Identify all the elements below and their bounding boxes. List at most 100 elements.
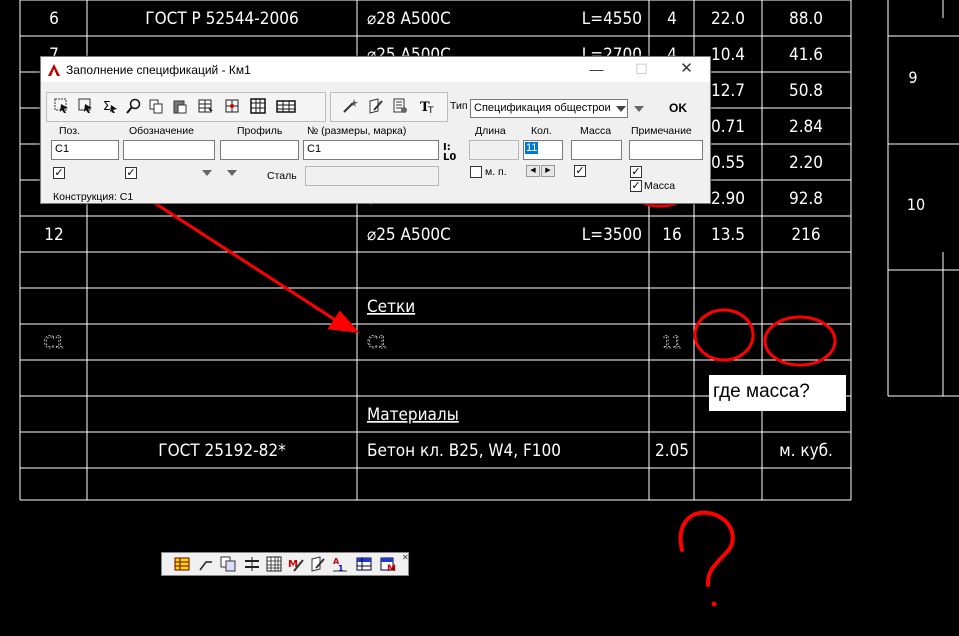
select-sum-icon[interactable]: Σ	[101, 97, 119, 115]
grid-settings-icon[interactable]	[223, 97, 241, 115]
designation-dropdown-icon[interactable]	[202, 170, 212, 176]
spec-type-select[interactable]: Спецификация общестрои	[470, 99, 628, 118]
note-checkbox[interactable]: ✓	[630, 166, 642, 178]
qty-value: 11	[525, 142, 539, 154]
copy-icon[interactable]	[147, 97, 165, 115]
svg-text:Σ: Σ	[103, 99, 111, 113]
steel-field[interactable]	[305, 166, 439, 186]
length-label: Длина	[475, 125, 506, 137]
sort-icon[interactable]: A1	[332, 556, 348, 572]
row6-name: ⌀28 А500С	[367, 9, 451, 29]
profile-label: Профиль	[237, 125, 283, 137]
profile-dropdown-icon[interactable]	[227, 170, 237, 176]
close-button[interactable]: ✕	[664, 57, 709, 82]
qty-label: Кол.	[531, 125, 552, 137]
edit-doc-icon[interactable]	[310, 556, 326, 572]
row12-len: L=3500	[582, 225, 642, 245]
copy-table-icon[interactable]	[220, 556, 236, 572]
mark-edit-icon[interactable]: M	[288, 556, 304, 572]
table-wide-icon[interactable]	[275, 97, 297, 115]
row12-total: 216	[791, 225, 820, 245]
toolbar-close-icon[interactable]: ✕	[402, 553, 409, 562]
table-blue-icon[interactable]	[356, 556, 372, 572]
note-field[interactable]	[629, 140, 703, 160]
mp-checkbox[interactable]	[470, 166, 482, 178]
pos-label: Поз.	[59, 125, 80, 137]
align-icon[interactable]	[244, 556, 260, 572]
table-icon[interactable]	[174, 556, 190, 572]
toolbar-group-1: Σ	[46, 92, 326, 122]
length-field[interactable]	[469, 140, 519, 160]
toolbar-group-2: TT	[330, 92, 448, 122]
section-materials: Материалы	[367, 405, 459, 425]
svg-text:T: T	[427, 106, 434, 114]
row12-unit: 13.5	[711, 225, 745, 245]
row9-unit: 0.71	[711, 117, 745, 137]
material-doc: ГОСТ 25192-82*	[158, 441, 286, 461]
red-arrow-line	[149, 198, 341, 325]
length-calc-icon[interactable]: I:L0	[443, 141, 461, 161]
mass-field[interactable]	[571, 140, 622, 160]
material-total: м. куб.	[779, 441, 833, 461]
row8-unit: 12.7	[711, 81, 745, 101]
app-logo-icon	[47, 63, 61, 77]
find-icon[interactable]	[125, 97, 143, 115]
size-mark-label: № (размеры, марка)	[307, 125, 407, 137]
row7-unit: 10.4	[711, 45, 745, 65]
paste-icon[interactable]	[171, 97, 189, 115]
profile-field[interactable]	[220, 140, 299, 160]
dropdown-chevron-icon[interactable]	[634, 106, 644, 112]
question-callout: где масса?	[709, 375, 846, 411]
minimize-button[interactable]: —	[574, 57, 619, 82]
svg-text:L0: L0	[443, 152, 456, 161]
title-bar[interactable]: Заполнение спецификаций - Км1 — ☐ ✕	[41, 57, 710, 82]
row9-total: 2.84	[789, 117, 823, 137]
designation-checkbox[interactable]: ✓	[125, 167, 137, 179]
row6-qty: 4	[667, 9, 677, 29]
mesh-pos: С1	[44, 333, 64, 353]
row10-total: 2.20	[789, 153, 823, 173]
row6-pos: 6	[49, 9, 59, 29]
leader-line-icon[interactable]	[198, 556, 214, 572]
qty-decrement-button[interactable]: ◀	[526, 165, 540, 177]
mesh-qty: 11	[662, 333, 681, 353]
designation-label: Обозначение	[129, 125, 194, 137]
report-icon[interactable]	[391, 97, 409, 115]
qty-increment-button[interactable]: ▶	[541, 165, 555, 177]
floating-toolbar: M A1 M ✕	[161, 552, 409, 576]
grid-icon[interactable]	[266, 556, 282, 572]
select-add-icon[interactable]	[77, 97, 95, 115]
mass-checkbox[interactable]: ✓	[574, 165, 586, 177]
table-edit-icon[interactable]	[197, 97, 215, 115]
mesh-name: С1	[367, 333, 387, 353]
note-label: Примечание	[631, 125, 692, 137]
qty-field[interactable]: 11	[523, 140, 563, 160]
text-format-icon[interactable]: TT	[419, 97, 437, 115]
row12-pos: 12	[44, 225, 63, 245]
row6-len: L=4550	[582, 9, 642, 29]
row6-unit: 22.0	[711, 9, 745, 29]
row12-name: ⌀25 А500С	[367, 225, 451, 245]
designation-field[interactable]	[123, 140, 215, 160]
magic-wand-icon[interactable]	[341, 97, 359, 115]
select-object-icon[interactable]	[53, 97, 71, 115]
size-mark-field[interactable]: С1	[303, 140, 439, 160]
maximize-button[interactable]: ☐	[619, 57, 664, 82]
table-mark-icon[interactable]: M	[380, 556, 396, 572]
row8-total: 50.8	[789, 81, 823, 101]
table-icon[interactable]	[249, 97, 267, 115]
edit-doc-icon[interactable]	[367, 97, 385, 115]
row6-total: 88.0	[789, 9, 823, 29]
note-mass-checkbox[interactable]: ✓	[630, 180, 642, 192]
red-arrow-head	[327, 310, 360, 333]
side-number-9: 9	[908, 68, 917, 87]
row12-qty: 16	[662, 225, 681, 245]
material-name: Бетон кл. В25, W4, F100	[367, 441, 561, 461]
construction-status: Конструкция: С1	[53, 191, 134, 203]
pos-field[interactable]: С1	[51, 140, 119, 160]
ok-button[interactable]: OK	[654, 97, 702, 119]
pos-checkbox[interactable]: ✓	[53, 167, 65, 179]
row6-doc: ГОСТ Р 52544-2006	[145, 9, 298, 29]
dialog-title: Заполнение спецификаций - Км1	[66, 63, 251, 77]
fill-spec-dialog: Заполнение спецификаций - Км1 — ☐ ✕ Σ TT…	[40, 56, 711, 204]
